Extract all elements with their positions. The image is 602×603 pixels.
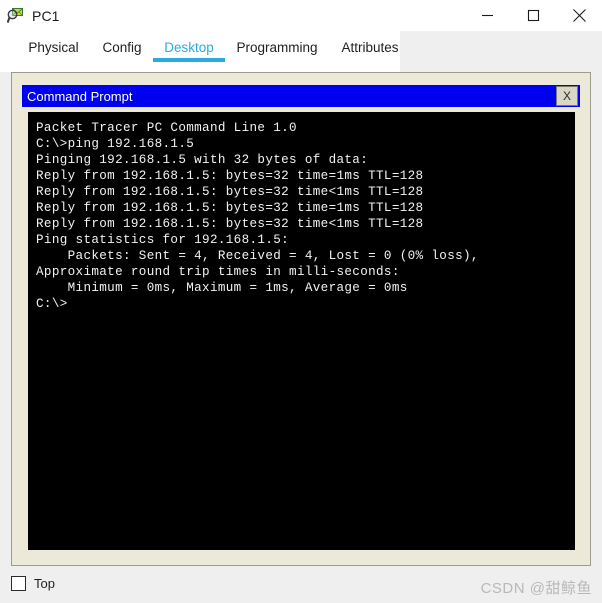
window-controls xyxy=(464,0,602,31)
terminal-line: Ping statistics for 192.168.1.5: xyxy=(36,233,290,247)
watermark: CSDN @甜鲸鱼 xyxy=(480,580,592,597)
tab-attributes[interactable]: Attributes xyxy=(329,31,411,55)
window-title: PC1 xyxy=(32,7,60,24)
command-prompt-close-button[interactable]: X xyxy=(556,86,578,106)
maximize-button[interactable] xyxy=(510,0,556,31)
terminal-output[interactable]: Packet Tracer PC Command Line 1.0 C:\>pin… xyxy=(28,112,575,550)
command-prompt-body: Packet Tracer PC Command Line 1.0 C:\>pin… xyxy=(22,107,580,555)
terminal-line: Reply from 192.168.1.5: bytes=32 time<1m… xyxy=(36,185,424,199)
terminal-line: C:\> xyxy=(36,297,68,311)
terminal-line: Reply from 192.168.1.5: bytes=32 time<1m… xyxy=(36,217,424,231)
footer-bar: Top CSDN @甜鲸鱼 xyxy=(0,570,602,603)
packet-tracer-inspect-icon xyxy=(6,7,24,24)
terminal-line: Packet Tracer PC Command Line 1.0 xyxy=(36,121,297,135)
minimize-button[interactable] xyxy=(464,0,510,31)
command-prompt-window: Command Prompt X Packet Tracer PC Comman… xyxy=(22,85,580,555)
tab-programming[interactable]: Programming xyxy=(225,31,329,55)
minimize-icon xyxy=(481,14,493,17)
close-button[interactable] xyxy=(556,0,602,31)
terminal-line: Minimum = 0ms, Maximum = 1ms, Average = … xyxy=(36,281,408,295)
top-checkbox-group[interactable]: Top xyxy=(11,576,55,591)
terminal-line: Pinging 192.168.1.5 with 32 bytes of dat… xyxy=(36,153,369,167)
top-checkbox-label: Top xyxy=(34,576,55,591)
tab-physical[interactable]: Physical xyxy=(16,31,91,55)
top-checkbox[interactable] xyxy=(11,576,26,591)
desktop-panel: Command Prompt X Packet Tracer PC Comman… xyxy=(11,72,591,566)
terminal-line: Reply from 192.168.1.5: bytes=32 time=1m… xyxy=(36,169,424,183)
terminal-line: Reply from 192.168.1.5: bytes=32 time=1m… xyxy=(36,201,424,215)
terminal-line: C:\>ping 192.168.1.5 xyxy=(36,137,195,151)
tab-desktop[interactable]: Desktop xyxy=(153,31,225,62)
command-prompt-title: Command Prompt xyxy=(27,88,133,104)
close-icon xyxy=(572,9,586,22)
tab-config[interactable]: Config xyxy=(91,31,153,55)
window-titlebar: PC1 xyxy=(0,0,602,31)
command-prompt-titlebar: Command Prompt X xyxy=(22,85,580,107)
terminal-line: Packets: Sent = 4, Received = 4, Lost = … xyxy=(36,249,479,263)
tabstrip: Physical Config Desktop Programming Attribut… xyxy=(0,31,400,72)
terminal-line: Approximate round trip times in milli-se… xyxy=(36,265,400,279)
tabstrip-container: Physical Config Desktop Programming Attribut… xyxy=(0,31,602,72)
maximize-icon xyxy=(527,9,539,22)
